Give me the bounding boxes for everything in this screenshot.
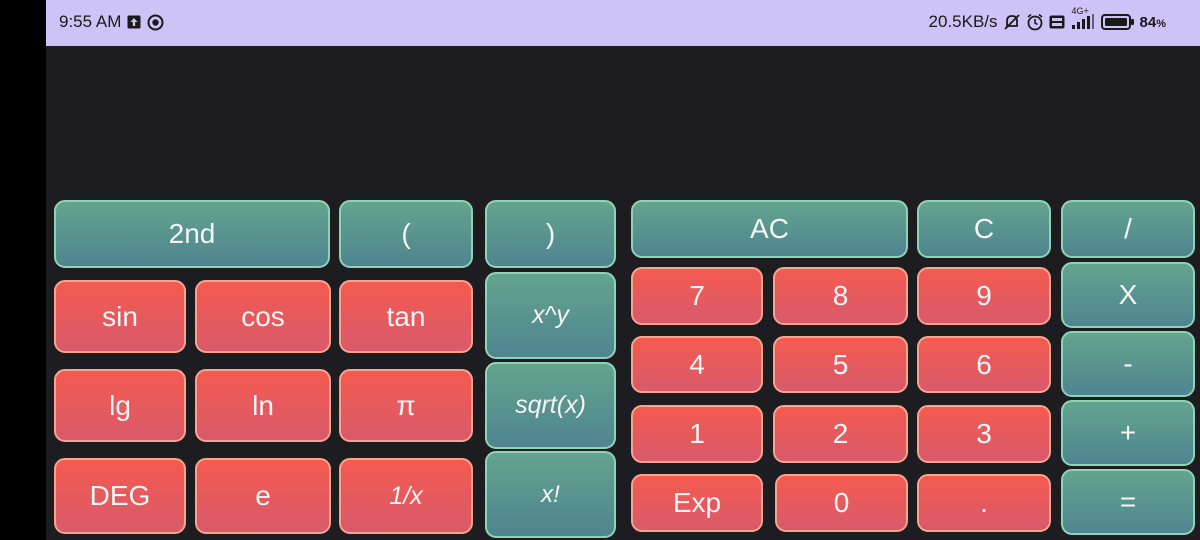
network-type: 4G+: [1071, 6, 1089, 16]
digit-1-button[interactable]: 1: [631, 405, 763, 463]
power-button[interactable]: x^y: [485, 272, 616, 359]
mute-bell-icon: [1003, 13, 1021, 31]
alarm-icon: [1026, 13, 1044, 31]
pi-button[interactable]: π: [339, 369, 473, 442]
minus-button[interactable]: -: [1061, 331, 1195, 397]
log-button[interactable]: lg: [54, 369, 186, 442]
digit-7-button[interactable]: 7: [631, 267, 763, 325]
signal-icon: 4G+: [1070, 6, 1096, 30]
all-clear-button[interactable]: AC: [631, 200, 908, 258]
digit-8-button[interactable]: 8: [773, 267, 908, 325]
status-left: 9:55 AM: [59, 12, 164, 32]
status-time: 9:55 AM: [59, 12, 122, 31]
degree-mode-button[interactable]: DEG: [54, 458, 186, 534]
reciprocal-button[interactable]: 1/x: [339, 458, 473, 534]
digit-6-button[interactable]: 6: [917, 336, 1051, 393]
cos-button[interactable]: cos: [195, 280, 331, 353]
close-parenthesis-button[interactable]: ): [485, 200, 616, 268]
upload-notification-icon: [127, 15, 141, 29]
multiply-button[interactable]: X: [1061, 262, 1195, 328]
clear-button[interactable]: C: [917, 200, 1051, 258]
euler-button[interactable]: e: [195, 458, 331, 534]
volte-icon: [1049, 15, 1065, 29]
square-root-button[interactable]: sqrt(x): [485, 362, 616, 449]
digit-9-button[interactable]: 9: [917, 267, 1051, 325]
exponent-button[interactable]: Exp: [631, 474, 763, 532]
digit-4-button[interactable]: 4: [631, 336, 763, 393]
equals-button[interactable]: =: [1061, 469, 1195, 535]
status-bar: 9:55 AM 20.5KB/s 4G+ 84%: [46, 0, 1200, 46]
status-right: 20.5KB/s 4G+ 84%: [928, 6, 1166, 32]
decimal-point-button[interactable]: .: [917, 474, 1051, 532]
natural-log-button[interactable]: ln: [195, 369, 331, 442]
digit-3-button[interactable]: 3: [917, 405, 1051, 463]
sin-button[interactable]: sin: [54, 280, 186, 353]
digit-5-button[interactable]: 5: [773, 336, 908, 393]
factorial-button[interactable]: x!: [485, 451, 616, 538]
tan-button[interactable]: tan: [339, 280, 473, 353]
calculator-screen: 9:55 AM 20.5KB/s 4G+ 84% 2nd () AC C / …: [46, 0, 1200, 540]
battery-icon: [1100, 13, 1135, 31]
battery-percent: 84: [1139, 13, 1157, 31]
open-parenthesis-button[interactable]: (: [339, 200, 473, 268]
whatsapp-icon: [147, 14, 164, 31]
digit-0-button[interactable]: 0: [775, 474, 908, 532]
result-display: [46, 46, 1200, 198]
digit-2-button[interactable]: 2: [773, 405, 908, 463]
battery-unit: %: [1156, 17, 1166, 30]
plus-button[interactable]: +: [1061, 400, 1195, 466]
second-function-button[interactable]: 2nd: [54, 200, 330, 268]
divide-button[interactable]: /: [1061, 200, 1195, 258]
battery-level: 84%: [1140, 14, 1166, 31]
network-speed: 20.5KB/s: [928, 12, 998, 31]
